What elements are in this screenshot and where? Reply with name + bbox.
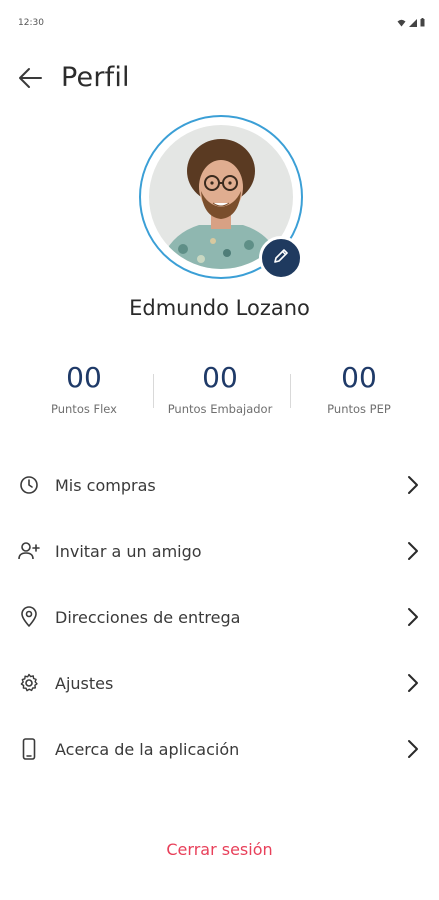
status-icons xyxy=(397,18,425,27)
stat-label: Puntos PEP xyxy=(327,402,391,416)
battery-icon xyxy=(420,18,425,27)
profile-menu: Mis compras Invitar a un amigo Direccion… xyxy=(0,452,439,782)
menu-item-label: Ajustes xyxy=(55,673,114,693)
chevron-right-icon xyxy=(403,474,423,496)
edit-avatar-button[interactable] xyxy=(259,236,303,280)
menu-item-acerca[interactable]: Acerca de la aplicación xyxy=(0,716,439,782)
chevron-right-icon xyxy=(403,738,423,760)
stat-puntos-pep: 00 Puntos PEP xyxy=(289,360,429,416)
location-pin-icon xyxy=(18,606,40,628)
menu-item-label: Direcciones de entrega xyxy=(55,607,241,627)
page-title: Perfil xyxy=(61,62,130,93)
stat-label: Puntos Flex xyxy=(51,402,117,416)
wifi-icon xyxy=(397,19,406,27)
menu-item-label: Acerca de la aplicación xyxy=(55,739,240,759)
app-header: Perfil xyxy=(0,58,439,104)
chevron-right-icon xyxy=(403,606,423,628)
signal-icon xyxy=(409,18,417,27)
chevron-right-icon xyxy=(403,672,423,694)
pencil-icon xyxy=(272,247,290,269)
status-bar: 12:30 xyxy=(0,0,439,44)
stat-value: 00 xyxy=(202,361,238,394)
status-time: 12:30 xyxy=(18,18,44,28)
stat-value: 00 xyxy=(341,361,377,394)
stat-puntos-flex: 00 Puntos Flex xyxy=(14,360,154,416)
back-button[interactable] xyxy=(14,64,46,96)
avatar-section xyxy=(139,115,303,280)
menu-item-label: Mis compras xyxy=(55,475,156,495)
stat-label: Puntos Embajador xyxy=(167,402,273,416)
points-stats: 00 Puntos Flex 00 Puntos Embajador 00 Pu… xyxy=(0,360,439,430)
menu-item-direcciones[interactable]: Direcciones de entrega xyxy=(0,584,439,650)
user-name: Edmundo Lozano xyxy=(129,296,310,320)
menu-item-mis-compras[interactable]: Mis compras xyxy=(0,452,439,518)
chevron-right-icon xyxy=(403,540,423,562)
menu-item-label: Invitar a un amigo xyxy=(55,541,202,561)
gear-icon xyxy=(18,672,40,694)
clock-icon xyxy=(18,474,40,496)
menu-item-ajustes[interactable]: Ajustes xyxy=(0,650,439,716)
logout-button[interactable]: Cerrar sesión xyxy=(0,840,439,859)
stat-puntos-embajador: 00 Puntos Embajador xyxy=(150,360,290,416)
menu-item-invitar-amigo[interactable]: Invitar a un amigo xyxy=(0,518,439,584)
add-user-icon xyxy=(18,540,40,562)
smartphone-icon xyxy=(18,738,40,760)
stat-value: 00 xyxy=(66,361,102,394)
arrow-left-icon xyxy=(17,67,43,93)
